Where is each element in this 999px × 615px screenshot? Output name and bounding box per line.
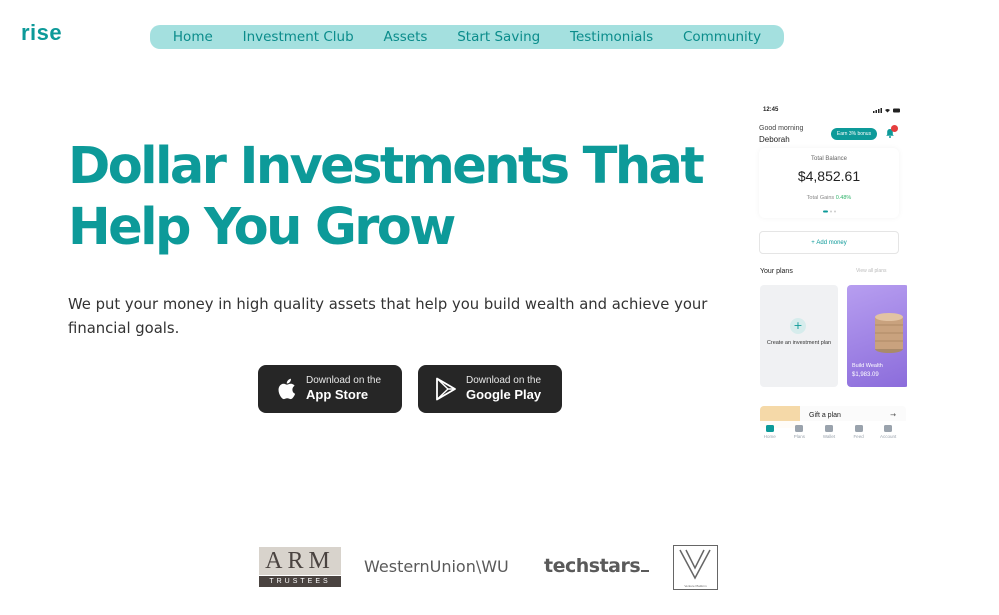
phone-mockup: 12:45 Good morning Deborah Earn 3% bonus… (751, 103, 907, 455)
balance-value: $4,852.61 (797, 168, 861, 184)
view-all-plans-link[interactable]: View all plans (856, 268, 886, 274)
arm-logo-bottom: TRUSTEES (259, 576, 341, 587)
tab-home-label: Home (763, 434, 776, 439)
tab-feed[interactable]: Feed (845, 425, 873, 455)
tab-plans[interactable]: Plans (785, 425, 813, 455)
nav-investment-club[interactable]: Investment Club (243, 29, 354, 45)
nav-home[interactable]: Home (173, 29, 213, 45)
tab-home[interactable]: Home (756, 425, 784, 455)
google-play-label: Google Play (466, 387, 542, 402)
app-store-label: App Store (306, 387, 369, 402)
techstars-logo: techstars (544, 555, 650, 577)
balance-card: Total Balance $4,852.61 Total Gains 0.48… (759, 148, 899, 218)
nav-start-saving[interactable]: Start Saving (457, 29, 540, 45)
gains-row: Total Gains 0.48% (759, 195, 899, 201)
feed-icon (854, 425, 863, 432)
carousel-dots (823, 210, 836, 213)
account-avatar-icon (884, 425, 893, 432)
hero-title: Dollar Investments That Help You Grow (68, 137, 705, 257)
tab-account[interactable]: Account (874, 425, 902, 455)
phone-greeting: Good morning (759, 125, 804, 132)
create-plan-label: Create an investment plan (766, 340, 832, 346)
notification-dot (891, 125, 898, 132)
create-plan-card[interactable]: + Create an investment plan (760, 285, 838, 387)
western-union-logo: WesternUnion\WU (364, 557, 509, 576)
phone-user-name: Deborah (759, 135, 790, 144)
gains-value: 0.48% (835, 195, 852, 201)
gains-label: Total Gains (806, 195, 835, 201)
coins-icon (875, 313, 903, 353)
nav-testimonials[interactable]: Testimonials (570, 29, 653, 45)
play-icon (434, 376, 458, 402)
tab-plans-label: Plans (793, 434, 806, 439)
venture-platform-logo: Venture Platform (673, 545, 718, 590)
tab-account-label: Account (880, 434, 897, 439)
add-money-label: Add money (816, 239, 847, 246)
earn-bonus-badge: Earn 3% bonus (831, 128, 877, 140)
build-wealth-card[interactable]: Build Wealth $1,983.09 (847, 285, 907, 387)
plans-icon (795, 425, 804, 432)
google-play-small-label: Download on the (466, 375, 542, 386)
apple-icon (274, 376, 298, 402)
tab-wallet[interactable]: Wallet (815, 425, 843, 455)
techstars-text: techstars (544, 555, 641, 577)
app-store-small-label: Download on the (306, 375, 382, 386)
arm-trustees-logo: ARM TRUSTEES (259, 547, 341, 587)
plus-icon: + (790, 318, 806, 334)
nav-community[interactable]: Community (683, 29, 761, 45)
phone-tab-bar: Home Plans Wallet Feed Account (751, 421, 907, 455)
tab-feed-label: Feed (853, 434, 864, 439)
hero-subtitle: We put your money in high quality assets… (68, 296, 708, 337)
google-play-button[interactable]: Download on the Google Play (418, 365, 562, 413)
add-money-button[interactable]: + Add money (759, 231, 899, 254)
wallet-icon (824, 425, 833, 432)
main-nav: Home Investment Club Assets Start Saving… (150, 25, 784, 49)
tab-wallet-label: Wallet (822, 434, 836, 439)
balance-label: Total Balance (810, 156, 848, 162)
arrow-right-icon: → (890, 411, 896, 419)
venture-platform-caption: Venture Platform (684, 584, 707, 588)
status-bar-icons (873, 108, 900, 113)
plan-value: $1,983.09 (852, 372, 879, 378)
app-store-button[interactable]: Download on the App Store (258, 365, 402, 413)
nav-assets[interactable]: Assets (383, 29, 427, 45)
v-mark-icon (679, 549, 711, 580)
plans-heading: Your plans (760, 268, 793, 275)
plan-name: Build Wealth (852, 363, 883, 369)
phone-time: 12:45 (763, 107, 779, 113)
home-icon (765, 425, 774, 432)
gift-plan-label: Gift a plan (809, 412, 841, 419)
arm-logo-top: ARM (259, 547, 341, 575)
rise-logo[interactable]: rise (21, 20, 62, 46)
